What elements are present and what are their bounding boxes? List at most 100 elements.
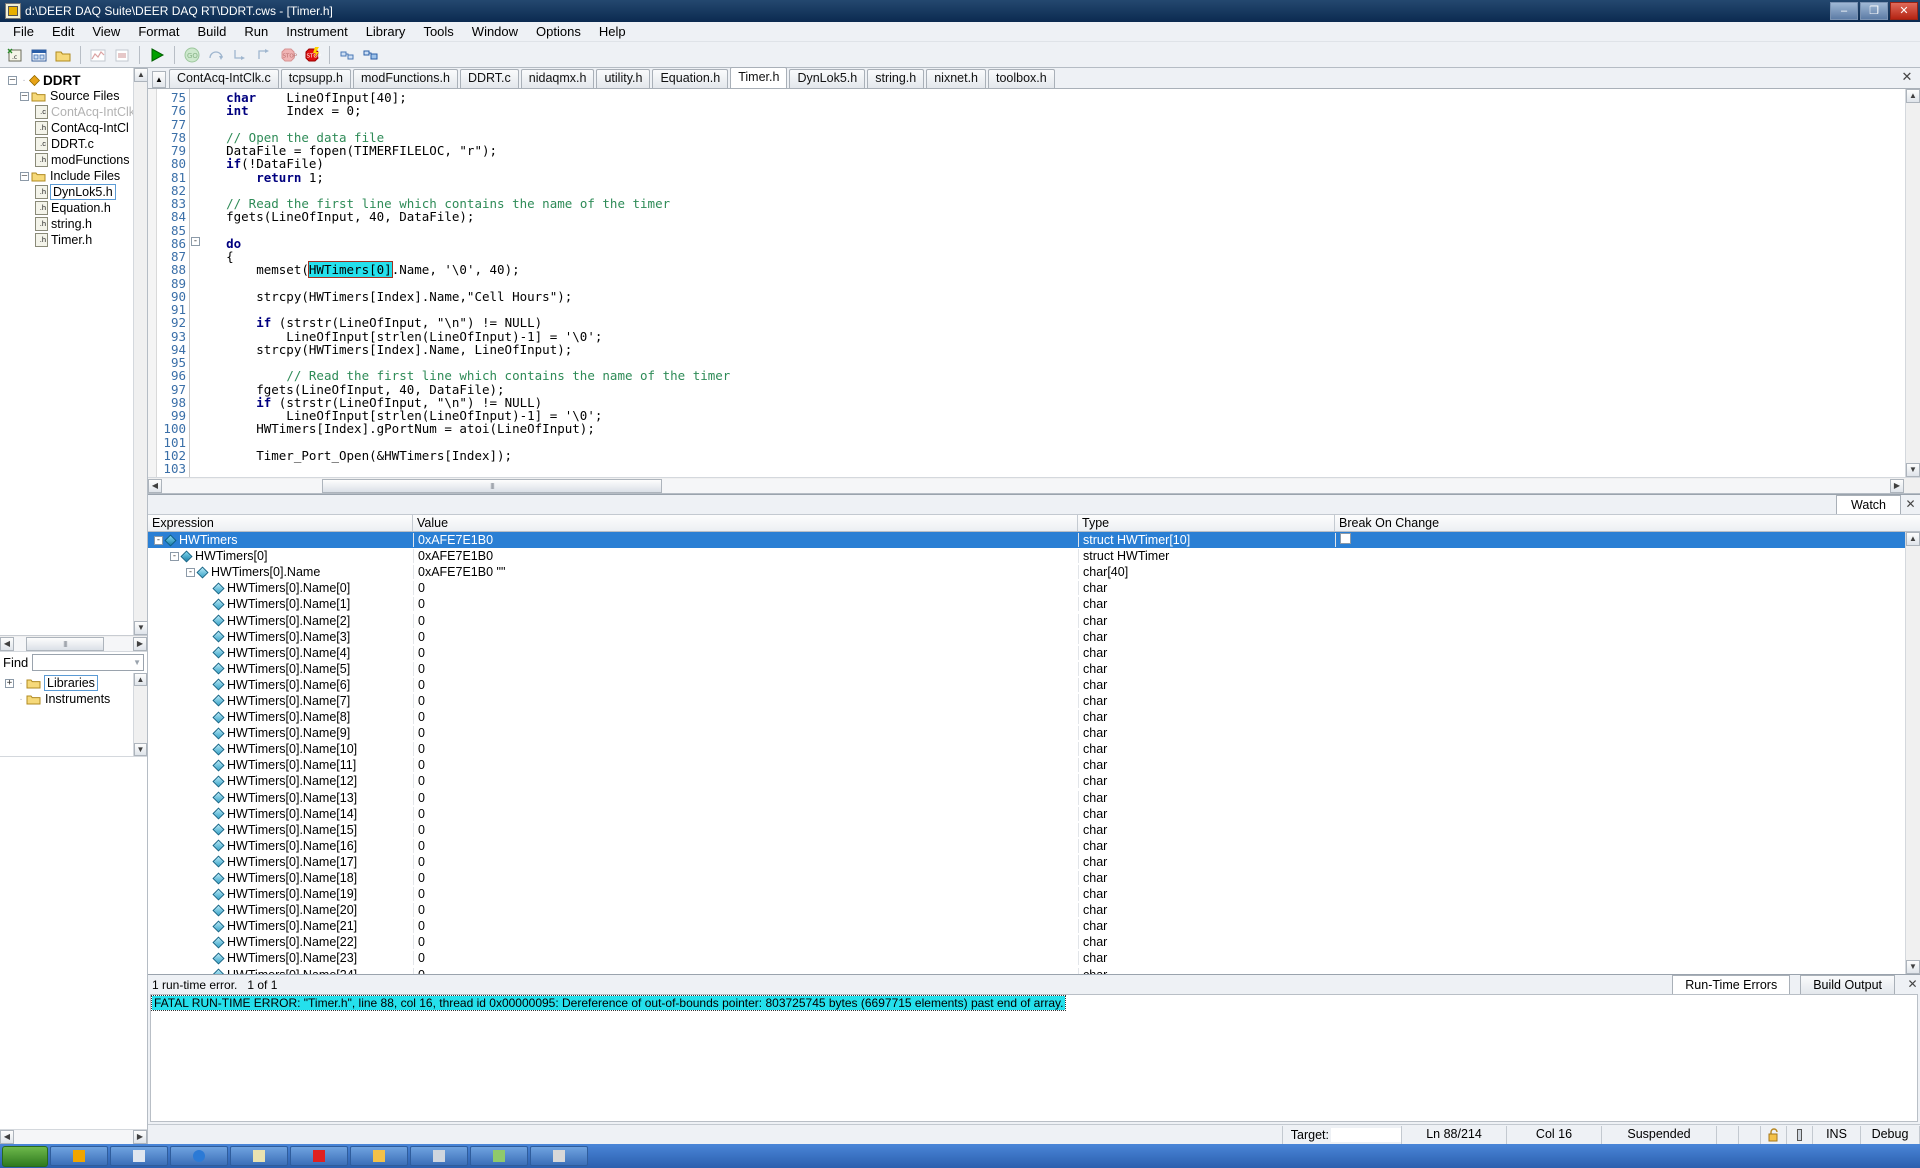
- hscroll-track[interactable]: [162, 479, 1890, 493]
- menu-window[interactable]: Window: [463, 22, 527, 41]
- watch-value-cell[interactable]: 0: [413, 678, 1078, 692]
- watch-row[interactable]: HWTimers[0].Name[19]0char: [148, 886, 1920, 902]
- taskbar-item[interactable]: [110, 1146, 168, 1166]
- code-line[interactable]: [196, 277, 1920, 290]
- watch-row[interactable]: HWTimers[0].Name[8]0char: [148, 709, 1920, 725]
- tree-file-modfunctions-h[interactable]: .h modFunctions: [2, 152, 147, 168]
- watch-expression-cell[interactable]: HWTimers[0].Name[23]: [148, 951, 413, 965]
- watch-value-cell[interactable]: 0: [413, 935, 1078, 949]
- stop-debug-icon[interactable]: STOP: [301, 44, 323, 66]
- taskbar-item[interactable]: [230, 1146, 288, 1166]
- tree-item-instruments[interactable]: + · Instruments: [2, 691, 147, 707]
- watch-expression-cell[interactable]: HWTimers[0].Name[9]: [148, 726, 413, 740]
- code-line[interactable]: [196, 356, 1920, 369]
- library-tree[interactable]: + · Libraries + · Instruments: [0, 673, 147, 757]
- watch-expression-cell[interactable]: HWTimers[0].Name[8]: [148, 710, 413, 724]
- project-tree[interactable]: – · DDRT – Source Files .c ContAcq: [0, 68, 147, 635]
- breakpoint-icon[interactable]: [336, 44, 358, 66]
- code-line[interactable]: [196, 462, 1920, 475]
- watch-expression-cell[interactable]: HWTimers[0].Name[2]: [148, 614, 413, 628]
- watch-value-cell[interactable]: 0: [413, 903, 1078, 917]
- watch-expression-cell[interactable]: HWTimers[0].Name[10]: [148, 742, 413, 756]
- tree-file-timer-h[interactable]: .h Timer.h: [2, 232, 147, 248]
- column-header-value[interactable]: Value: [413, 515, 1078, 531]
- error-message-row[interactable]: FATAL RUN-TIME ERROR: "Timer.h", line 88…: [152, 996, 1065, 1010]
- watch-expression-cell[interactable]: HWTimers[0].Name[3]: [148, 630, 413, 644]
- maximize-button[interactable]: ❐: [1860, 2, 1888, 20]
- tab-modfunctions-h[interactable]: modFunctions.h: [353, 69, 458, 88]
- code-line[interactable]: if(!DataFile): [196, 157, 1920, 170]
- watch-row[interactable]: HWTimers[0].Name[6]0char: [148, 677, 1920, 693]
- code-line[interactable]: char LineOfInput[40];: [196, 91, 1920, 104]
- scroll-left-arrow[interactable]: ◀: [0, 637, 14, 651]
- scroll-down-arrow[interactable]: ▼: [1906, 960, 1920, 974]
- watch-value-cell[interactable]: 0xAFE7E1B0 "": [413, 565, 1078, 579]
- break-on-change-checkbox[interactable]: [1340, 533, 1351, 544]
- watch-expression-cell[interactable]: HWTimers[0].Name[12]: [148, 774, 413, 788]
- tab-nixnet-h[interactable]: nixnet.h: [926, 69, 986, 88]
- code-line[interactable]: int Index = 0;: [196, 104, 1920, 117]
- editor-hscrollbar[interactable]: ◀ ▶: [148, 477, 1920, 493]
- code-line[interactable]: // Open the data file: [196, 131, 1920, 144]
- tab-ddrt-c[interactable]: DDRT.c: [460, 69, 519, 88]
- code-line[interactable]: strcpy(HWTimers[Index].Name, LineOfInput…: [196, 343, 1920, 356]
- tab-tcpsupp-h[interactable]: tcpsupp.h: [281, 69, 351, 88]
- tab-timer-h[interactable]: Timer.h: [730, 67, 787, 88]
- watch-rows-container[interactable]: -HWTimers0xAFE7E1B0struct HWTimer[10]-HW…: [148, 532, 1920, 974]
- project-tree-vscrollbar[interactable]: ▲ ▼: [133, 68, 147, 635]
- keyboard-icon[interactable]: [1797, 1129, 1802, 1141]
- tree-file-equation-h[interactable]: .h Equation.h: [2, 200, 147, 216]
- watch-row[interactable]: HWTimers[0].Name[20]0char: [148, 902, 1920, 918]
- code-line[interactable]: - do: [196, 237, 1920, 250]
- close-button[interactable]: ✕: [1890, 2, 1918, 20]
- watch-value-cell[interactable]: 0: [413, 871, 1078, 885]
- start-button[interactable]: [2, 1146, 48, 1167]
- watch-value-cell[interactable]: 0: [413, 742, 1078, 756]
- project-tree-hscrollbar[interactable]: ◀ ▶: [0, 635, 147, 651]
- tree-item-libraries[interactable]: + · Libraries: [2, 675, 147, 691]
- watch-row[interactable]: HWTimers[0].Name[17]0char: [148, 854, 1920, 870]
- menu-help[interactable]: Help: [590, 22, 635, 41]
- tab-nidaqmx-h[interactable]: nidaqmx.h: [521, 69, 595, 88]
- watch-expression-cell[interactable]: HWTimers[0].Name[4]: [148, 646, 413, 660]
- watch-expression-cell[interactable]: HWTimers[0].Name[19]: [148, 887, 413, 901]
- code-text-area[interactable]: char LineOfInput[40]; int Index = 0; // …: [190, 89, 1920, 493]
- scroll-up-arrow[interactable]: ▲: [134, 68, 147, 82]
- open-panel-icon[interactable]: [28, 44, 50, 66]
- code-line[interactable]: [196, 118, 1920, 131]
- watch-row[interactable]: HWTimers[0].Name[18]0char: [148, 870, 1920, 886]
- taskbar-item[interactable]: [530, 1146, 588, 1166]
- code-line[interactable]: // Read the first line which contains th…: [196, 197, 1920, 210]
- scroll-right-arrow[interactable]: ▶: [133, 637, 147, 651]
- watch-expression-cell[interactable]: HWTimers[0].Name[11]: [148, 758, 413, 772]
- editor-vscrollbar[interactable]: ▲ ▼: [1905, 89, 1920, 477]
- watch-expression-cell[interactable]: HWTimers[0].Name[21]: [148, 919, 413, 933]
- watch-value-cell[interactable]: 0: [413, 646, 1078, 660]
- scroll-right-arrow[interactable]: ▶: [1890, 479, 1904, 493]
- watch-expression-cell[interactable]: HWTimers[0].Name[0]: [148, 581, 413, 595]
- code-line[interactable]: if (strstr(LineOfInput, "\n") != NULL): [196, 396, 1920, 409]
- watch-expression-cell[interactable]: HWTimers[0].Name[22]: [148, 935, 413, 949]
- scroll-right-arrow[interactable]: ▶: [133, 1130, 147, 1144]
- menu-library[interactable]: Library: [357, 22, 415, 41]
- watch-row[interactable]: HWTimers[0].Name[21]0char: [148, 918, 1920, 934]
- unlocked-padlock-icon[interactable]: [1767, 1128, 1780, 1142]
- status-target[interactable]: Target:: [1282, 1126, 1401, 1144]
- scroll-up-arrow[interactable]: ▲: [1906, 532, 1920, 546]
- taskbar-item[interactable]: [410, 1146, 468, 1166]
- watch-vscrollbar[interactable]: ▲ ▼: [1905, 532, 1920, 974]
- watch-row[interactable]: HWTimers[0].Name[14]0char: [148, 806, 1920, 822]
- code-line[interactable]: strcpy(HWTimers[Index].Name,"Cell Hours"…: [196, 290, 1920, 303]
- code-line[interactable]: fgets(LineOfInput, 40, DataFile);: [196, 210, 1920, 223]
- watch-value-cell[interactable]: 0: [413, 823, 1078, 837]
- watch-row[interactable]: HWTimers[0].Name[10]0char: [148, 741, 1920, 757]
- taskbar-item[interactable]: [50, 1146, 108, 1166]
- code-line[interactable]: return 1;: [196, 171, 1920, 184]
- tab-utility-h[interactable]: utility.h: [596, 69, 650, 88]
- library-tree-vscrollbar[interactable]: ▲ ▼: [133, 673, 147, 756]
- watch-value-cell[interactable]: 0: [413, 791, 1078, 805]
- watch-value-cell[interactable]: 0: [413, 951, 1078, 965]
- code-line[interactable]: Timer_Port_Open(&HWTimers[Index]);: [196, 449, 1920, 462]
- watch-value-cell[interactable]: 0: [413, 630, 1078, 644]
- watch-row[interactable]: HWTimers[0].Name[4]0char: [148, 645, 1920, 661]
